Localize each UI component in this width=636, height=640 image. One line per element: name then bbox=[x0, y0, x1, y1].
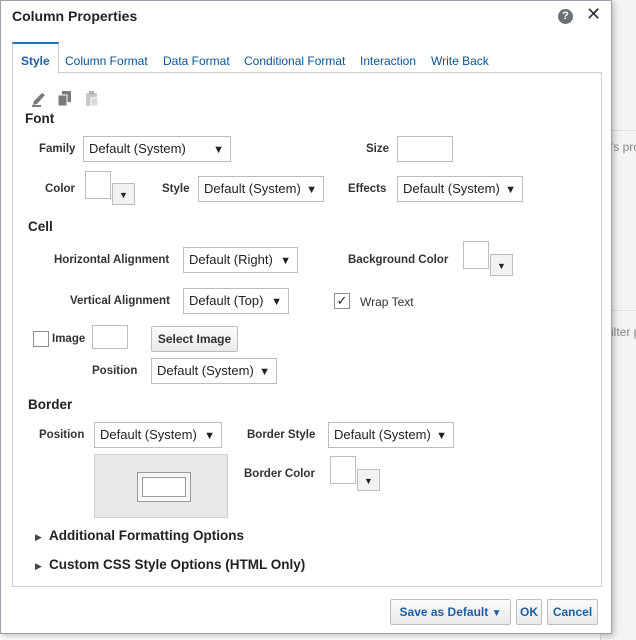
help-icon[interactable]: ? bbox=[558, 9, 573, 24]
image-position-value: Default (System) bbox=[157, 363, 254, 378]
border-position-label: Position bbox=[39, 429, 85, 441]
border-preview-outer bbox=[137, 472, 191, 502]
horizontal-alignment-select[interactable]: Default (Right) ▼ bbox=[183, 247, 298, 273]
image-label: Image bbox=[52, 333, 86, 345]
font-section-heading: Font bbox=[25, 111, 55, 126]
font-family-value: Default (System) bbox=[89, 141, 186, 156]
image-checkbox[interactable] bbox=[33, 331, 49, 347]
border-preview-inner bbox=[142, 477, 186, 497]
border-position-value: Default (System) bbox=[100, 427, 197, 442]
custom-css-label: Custom CSS Style Options (HTML Only) bbox=[49, 557, 306, 572]
font-color-swatch[interactable] bbox=[85, 171, 111, 199]
font-style-select[interactable]: Default (System) ▼ bbox=[198, 176, 324, 202]
cell-section-heading: Cell bbox=[28, 219, 53, 234]
size-label: Size bbox=[366, 143, 390, 155]
border-color-label: Border Color bbox=[244, 468, 315, 480]
background-color-dropdown[interactable]: ▼ bbox=[490, 254, 513, 276]
close-icon[interactable]: ✕ bbox=[586, 4, 601, 25]
background-color-swatch[interactable] bbox=[463, 241, 489, 269]
chevron-down-icon: ▼ bbox=[259, 366, 270, 378]
font-color-dropdown[interactable]: ▼ bbox=[112, 183, 135, 205]
ok-button[interactable]: OK bbox=[516, 599, 542, 625]
style-label: Style bbox=[162, 183, 190, 195]
background-color-label: Background Color bbox=[348, 254, 449, 266]
expand-triangle-icon: ▶ bbox=[35, 532, 42, 542]
font-effects-value: Default (System) bbox=[403, 181, 500, 196]
chevron-down-icon: ▼ bbox=[213, 144, 224, 156]
additional-formatting-label: Additional Formatting Options bbox=[49, 528, 244, 543]
image-position-label: Position bbox=[92, 365, 138, 377]
chevron-down-icon: ▼ bbox=[505, 184, 516, 196]
vertical-alignment-value: Default (Top) bbox=[189, 293, 264, 308]
color-label: Color bbox=[45, 183, 76, 195]
horizontal-alignment-value: Default (Right) bbox=[189, 252, 273, 267]
paste-icon bbox=[84, 90, 100, 112]
border-color-swatch[interactable] bbox=[330, 456, 356, 484]
chevron-down-icon: ▼ bbox=[491, 608, 502, 619]
wrap-text-checkbox[interactable]: ✓ bbox=[334, 293, 350, 309]
border-position-select[interactable]: Default (System) ▼ bbox=[94, 422, 222, 448]
chevron-down-icon: ▼ bbox=[436, 430, 447, 442]
column-properties-dialog: Column Properties ? ✕ Style Column Forma… bbox=[0, 0, 612, 634]
border-preview[interactable] bbox=[94, 454, 228, 518]
tab-interaction[interactable]: Interaction bbox=[360, 42, 416, 73]
background-text: 's pro bbox=[611, 140, 636, 154]
save-as-default-label: Save as Default bbox=[399, 605, 489, 619]
border-style-value: Default (System) bbox=[334, 427, 431, 442]
image-position-select[interactable]: Default (System) ▼ bbox=[151, 358, 277, 384]
image-preview-box bbox=[92, 325, 128, 349]
wrap-text-label: Wrap Text bbox=[360, 295, 414, 309]
brush-icon[interactable] bbox=[30, 90, 48, 112]
chevron-down-icon: ▼ bbox=[271, 296, 282, 308]
tab-data-format[interactable]: Data Format bbox=[163, 42, 230, 73]
family-label: Family bbox=[39, 143, 76, 155]
tab-bar: Style Column Format Data Format Conditio… bbox=[12, 42, 602, 74]
font-style-value: Default (System) bbox=[204, 181, 301, 196]
border-color-dropdown[interactable]: ▼ bbox=[357, 469, 380, 491]
vertical-alignment-select[interactable]: Default (Top) ▼ bbox=[183, 288, 289, 314]
chevron-down-icon: ▼ bbox=[204, 430, 215, 442]
vertical-alignment-label: Vertical Alignment bbox=[70, 295, 170, 307]
dialog-title: Column Properties bbox=[12, 8, 138, 24]
expand-triangle-icon: ▶ bbox=[35, 561, 42, 571]
border-style-label: Border Style bbox=[247, 429, 316, 441]
tab-column-format[interactable]: Column Format bbox=[65, 42, 148, 73]
chevron-down-icon: ▼ bbox=[306, 184, 317, 196]
effects-label: Effects bbox=[348, 183, 387, 195]
font-family-select[interactable]: Default (System) ▼ bbox=[83, 136, 231, 162]
select-image-button[interactable]: Select Image bbox=[151, 326, 238, 352]
cancel-button[interactable]: Cancel bbox=[547, 599, 598, 625]
dialog-titlebar: Column Properties ? ✕ bbox=[1, 1, 611, 31]
save-as-default-button[interactable]: Save as Default ▼ bbox=[390, 599, 511, 625]
chevron-down-icon: ▼ bbox=[280, 255, 291, 267]
border-style-select[interactable]: Default (System) ▼ bbox=[328, 422, 454, 448]
font-size-input[interactable] bbox=[397, 136, 453, 162]
tab-style[interactable]: Style bbox=[12, 42, 59, 74]
tab-write-back[interactable]: Write Back bbox=[431, 42, 489, 73]
custom-css-expander[interactable]: ▶ Custom CSS Style Options (HTML Only) bbox=[35, 557, 305, 572]
tab-conditional-format[interactable]: Conditional Format bbox=[244, 42, 345, 73]
additional-formatting-expander[interactable]: ▶ Additional Formatting Options bbox=[35, 528, 244, 543]
background-text: ilter p bbox=[611, 325, 636, 339]
font-effects-select[interactable]: Default (System) ▼ bbox=[397, 176, 523, 202]
copy-icon[interactable] bbox=[57, 90, 73, 112]
border-section-heading: Border bbox=[28, 397, 73, 412]
horizontal-alignment-label: Horizontal Alignment bbox=[54, 254, 170, 266]
